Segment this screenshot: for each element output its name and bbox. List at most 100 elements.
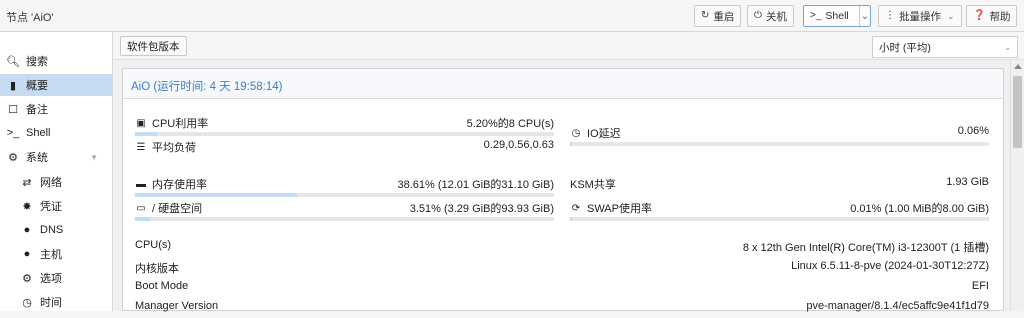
note-icon: ☐ — [8, 103, 18, 116]
disk-label: / 硬盘空间 — [152, 203, 203, 215]
load-average-row: ☰ 平均负荷 0.29,0.56,0.63 — [135, 136, 554, 156]
scrollbar-thumb[interactable] — [1013, 76, 1022, 148]
help-icon: ❓ — [973, 10, 986, 21]
sidebar-item-label: 主机 — [40, 249, 62, 261]
shell-button[interactable]: >_ Shell ⌄ — [803, 5, 871, 27]
memory-icon: ▬ — [136, 178, 146, 190]
sidebar-item-label: 概要 — [26, 80, 48, 92]
top-toolbar: 节点 'AiO' ↻ 重启 ⏻ 关机 >_ Shell ⌄ ⋮ 批量操作 ⌄ ❓… — [0, 0, 1024, 32]
shutdown-button[interactable]: ⏻ 关机 — [747, 5, 794, 27]
hdd-icon: ▭ — [136, 202, 146, 214]
disk-progress-fill — [135, 217, 150, 221]
summary-toolbar: 软件包版本 小时 (平均) ⌄ — [114, 32, 1024, 60]
book-icon: ▮ — [9, 79, 17, 92]
package-versions-button[interactable]: 软件包版本 — [120, 36, 187, 56]
list-icon: ☰ — [136, 141, 146, 153]
help-button[interactable]: ❓ 帮助 — [966, 5, 1018, 27]
cpu-icon: ▣ — [136, 117, 146, 129]
sidebar-item-hosts[interactable]: ● 主机 — [0, 243, 112, 265]
info-key: Manager Version — [135, 300, 219, 312]
memory-label: 内存使用率 — [152, 179, 207, 191]
sidebar-item-label: 选项 — [40, 273, 62, 285]
reboot-label: 重启 — [713, 10, 735, 23]
sidebar-item-label: 凭证 — [40, 201, 62, 213]
chevron-down-icon[interactable]: ▼ — [90, 153, 98, 162]
cpu-usage-row: ▣ CPU利用率 5.20%的8 CPU(s) — [135, 112, 554, 136]
globe-icon: ● — [23, 248, 31, 260]
swap-usage-row: ⟳ SWAP使用率 0.01% (1.00 MiB的8.00 GiB) — [570, 197, 989, 221]
info-row-kernel: 内核版本 Linux 6.5.11-8-pve (2024-01-30T12:2… — [135, 260, 989, 278]
shell-label: Shell — [825, 10, 849, 22]
sidebar-item-time[interactable]: ◷ 时间 — [0, 291, 112, 313]
bulk-actions-button[interactable]: ⋮ 批量操作 ⌄ — [878, 5, 962, 27]
sidebar-item-summary[interactable]: ▮ 概要 — [0, 74, 112, 96]
sidebar-item-options[interactable]: ⚙ 选项 — [0, 267, 112, 289]
io-delay-row: ◷ IO延迟 0.06% — [570, 122, 989, 146]
globe-icon: ● — [23, 224, 31, 236]
sidebar-item-certificates[interactable]: ✸ 凭证 — [0, 195, 112, 217]
sidebar-item-dns[interactable]: ● DNS — [0, 219, 112, 241]
info-row-manager-version: Manager Version pve-manager/8.1.4/ec5aff… — [135, 300, 989, 318]
panel-title: AiO (运行时间: 4 天 19:58:14) — [131, 81, 283, 93]
timeframe-value: 小时 (平均) — [879, 41, 931, 54]
network-icon: ⇄ — [22, 176, 32, 189]
chevron-down-icon: ⌄ — [860, 10, 870, 22]
ellipsis-icon: ⋮ — [885, 10, 895, 21]
info-row-cpus: CPU(s) 8 x 12th Gen Intel(R) Core(TM) i3… — [135, 239, 989, 257]
info-key: 内核版本 — [135, 263, 179, 275]
disk-value: 3.51% (3.29 GiB的93.93 GiB) — [409, 203, 554, 215]
swap-progress-bar — [570, 217, 989, 221]
sidebar-item-label: Shell — [26, 127, 51, 139]
sidebar-item-label: 系统 — [26, 152, 48, 164]
help-label: 帮助 — [989, 10, 1011, 23]
gear-icon: ⚙ — [22, 272, 32, 285]
io-progress-bar — [570, 142, 989, 146]
ksm-label: KSM共享 — [570, 179, 616, 191]
io-progress-fill — [570, 142, 573, 146]
info-value: pve-manager/8.1.4/ec5affc9e41f1d79 — [806, 300, 989, 312]
scroll-up-arrow-icon[interactable] — [1014, 64, 1022, 69]
sidebar-item-label: 时间 — [40, 297, 62, 309]
ksm-sharing-row: KSM共享 1.93 GiB — [570, 173, 989, 193]
chevron-down-icon: ⌄ — [947, 10, 955, 21]
io-label: IO延迟 — [587, 128, 621, 140]
sidebar-item-shell[interactable]: >_ Shell — [0, 122, 112, 144]
disk-progress-bar — [135, 217, 554, 221]
reboot-icon: ↻ — [701, 10, 710, 21]
terminal-icon: >_ — [810, 10, 822, 21]
clock-icon: ◷ — [571, 127, 581, 139]
search-icon: 🔍︎ — [6, 55, 20, 68]
info-key: CPU(s) — [135, 239, 172, 251]
info-row-boot-mode: Boot Mode EFI — [135, 280, 989, 298]
io-value: 0.06% — [957, 125, 989, 137]
sidebar: 🔍︎ 搜索 ▮ 概要 ☐ 备注 >_ Shell ⚙ 系统 ▼ ⇄ 网络 ✸ 凭… — [0, 32, 113, 311]
certificate-icon: ✸ — [22, 200, 32, 213]
sidebar-item-label: 网络 — [40, 177, 62, 189]
timeframe-select[interactable]: 小时 (平均) ⌄ — [872, 36, 1018, 58]
sidebar-item-notes[interactable]: ☐ 备注 — [0, 98, 112, 120]
sidebar-item-search[interactable]: 🔍︎ 搜索 — [0, 50, 112, 72]
node-title: 节点 'AiO' — [6, 12, 54, 24]
power-icon: ⏻ — [754, 10, 762, 21]
reboot-button[interactable]: ↻ 重启 — [694, 5, 742, 27]
shell-dropdown-toggle[interactable]: ⌄ — [858, 6, 870, 26]
shutdown-label: 关机 — [765, 10, 787, 23]
info-key: Boot Mode — [135, 280, 189, 292]
vertical-scrollbar[interactable] — [1010, 60, 1024, 311]
bulk-actions-label: 批量操作 — [899, 10, 941, 23]
ksm-value: 1.93 GiB — [946, 176, 989, 188]
info-value: Linux 6.5.11-8-pve (2024-01-30T12:27Z) — [791, 260, 989, 272]
cpu-label: CPU利用率 — [152, 118, 209, 130]
disk-usage-row: ▭ / 硬盘空间 3.51% (3.29 GiB的93.93 GiB) — [135, 197, 554, 221]
swap-value: 0.01% (1.00 MiB的8.00 GiB) — [850, 203, 989, 215]
info-value: EFI — [971, 280, 989, 292]
sidebar-item-label: DNS — [40, 224, 64, 236]
clock-icon: ◷ — [22, 296, 32, 309]
refresh-icon: ⟳ — [571, 202, 581, 214]
sidebar-item-label: 搜索 — [26, 56, 48, 68]
sidebar-item-network[interactable]: ⇄ 网络 — [0, 171, 112, 193]
sidebar-item-system[interactable]: ⚙ 系统 ▼ — [0, 146, 112, 168]
chevron-down-icon: ⌄ — [1004, 42, 1011, 52]
load-label: 平均负荷 — [152, 142, 196, 154]
gears-icon: ⚙ — [8, 151, 18, 164]
